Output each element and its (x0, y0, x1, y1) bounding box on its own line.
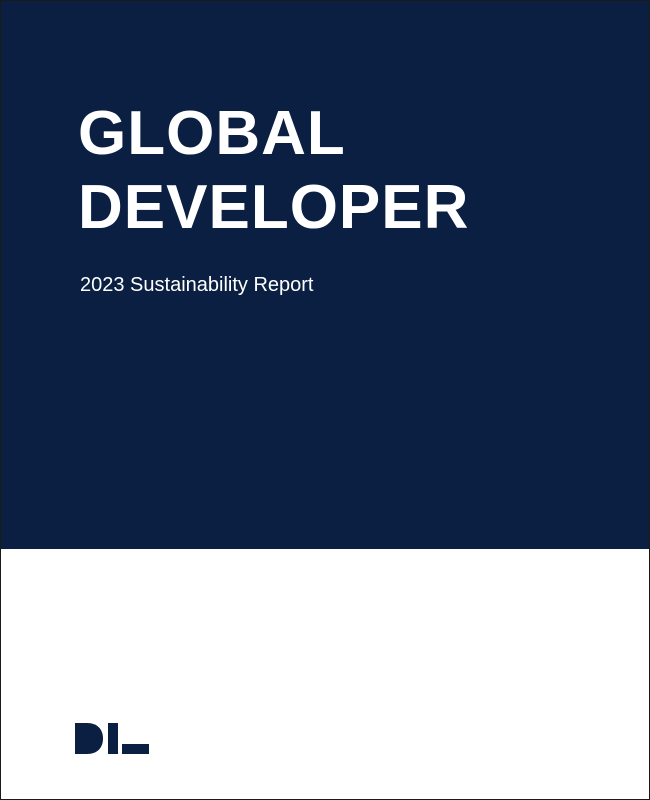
cover-title: GLOBAL DEVELOPER (78, 97, 469, 245)
cover-subtitle: 2023 Sustainability Report (80, 274, 314, 296)
cover-title-line-1: GLOBAL (78, 99, 346, 168)
cover-title-line-2: DEVELOPER (78, 173, 470, 242)
cover-navy-band: GLOBAL DEVELOPER 2023 Sustainability Rep… (1, 1, 649, 549)
dl-logo-icon (75, 723, 149, 754)
report-cover: GLOBAL DEVELOPER 2023 Sustainability Rep… (0, 0, 650, 800)
